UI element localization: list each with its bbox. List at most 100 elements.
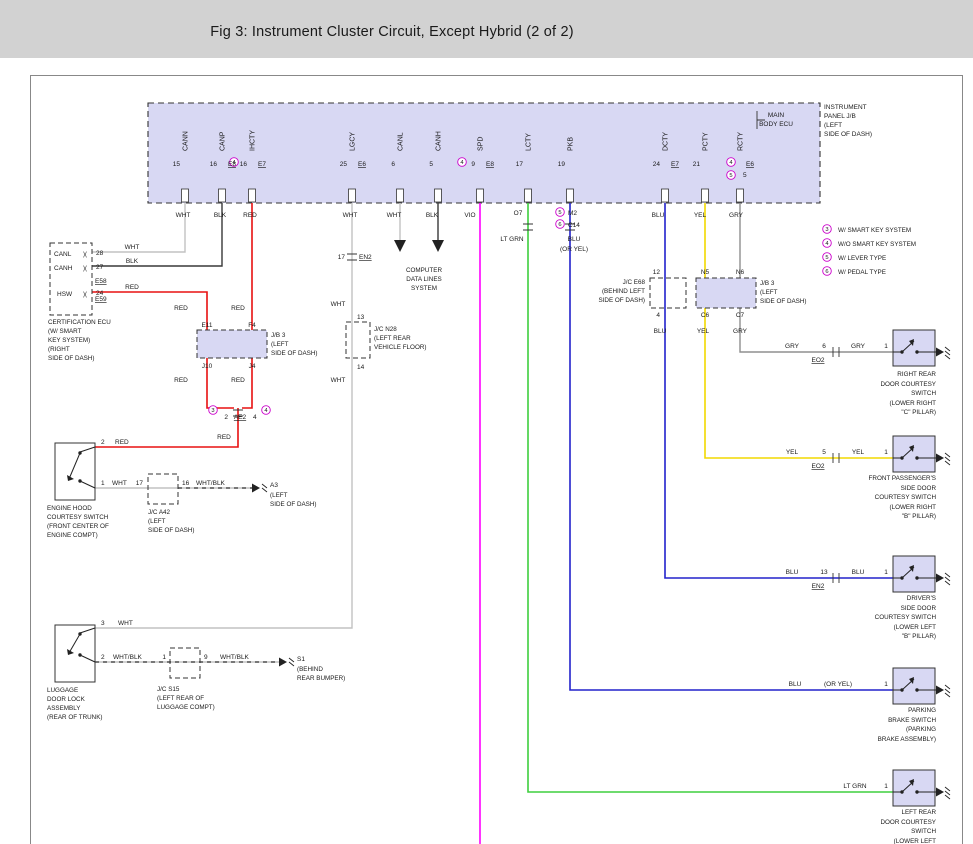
- pkb-connector-c14: C14: [568, 222, 580, 229]
- panel-jb-label-3: (LEFT: [824, 122, 842, 129]
- ecu-pin-signal: IHCTY: [250, 130, 257, 151]
- luggage-lock-box: [55, 625, 95, 682]
- luggage-pin-2: 2: [101, 654, 105, 661]
- cert-pin-bracket-1: )(: [83, 252, 87, 258]
- cert-pin-28: 28: [96, 250, 104, 257]
- sw1-gry-2: GRY: [851, 343, 866, 350]
- sw4-name-4: BRAKE ASSEMBLY): [878, 736, 936, 743]
- en2-connector: EN2: [359, 254, 372, 261]
- right-rear-switch-box: [893, 330, 935, 366]
- cert-pin-bracket-3: )(: [83, 292, 87, 298]
- ecu-pin-signal: SPD: [478, 137, 485, 151]
- luggage-name-3: ASSEMBLY: [47, 705, 81, 712]
- ecu-pin-number: 16: [210, 161, 218, 168]
- wirecolor-pcty: YEL: [694, 212, 707, 219]
- panel-jb-label-1: INSTRUMENT: [824, 104, 867, 111]
- ecu-pin-signal: CANL: [398, 132, 405, 151]
- engine-hood-switch-box: [55, 443, 95, 500]
- wirecolor-canh: BLK: [426, 212, 439, 219]
- wirecolor-rcty: GRY: [729, 212, 744, 219]
- ecu-pin-connector: E6: [746, 161, 754, 168]
- a42-pin-17: 17: [136, 480, 144, 487]
- sw3-blu-1: BLU: [786, 569, 799, 576]
- luggage-wht: WHT: [118, 620, 133, 627]
- hood-whtblk: WHT/BLK: [196, 480, 226, 487]
- sw1-name-3: SWITCH: [911, 390, 936, 397]
- ecu-pin-box: [219, 189, 226, 202]
- ecu-pin-box: [525, 189, 532, 202]
- legend-circle-5: 5: [825, 255, 828, 261]
- ecu-pin-box: [435, 189, 442, 202]
- ecu-pin-connector: E8: [486, 161, 494, 168]
- ecu-pin-signal: CANP: [220, 131, 227, 151]
- luggage-whtblk-2: WHT/BLK: [220, 654, 250, 661]
- a42-name-2: (LEFT: [148, 518, 166, 525]
- ecu-pin-signal: LCTY: [526, 133, 533, 151]
- e68-blu: BLU: [654, 328, 667, 335]
- sw2-connector-eo2: EO2: [811, 463, 824, 470]
- jb3l-pin-f4: F4: [248, 322, 256, 329]
- sw2-name-3: COURTESY SWITCH: [875, 494, 937, 501]
- sw2-name-1: FRONT PASSENGER'S: [869, 475, 936, 482]
- a42-name-1: J/C A42: [148, 509, 171, 516]
- n28-wht-above: WHT: [331, 301, 346, 308]
- wirecolor-canp: BLK: [214, 212, 227, 219]
- sw2-yel-1: YEL: [786, 449, 799, 456]
- wirecolor-canl: WHT: [387, 212, 402, 219]
- ground-s1-label: S1: [297, 656, 305, 663]
- ecu-pin-number: 25: [340, 161, 348, 168]
- cert-pin-27: 27: [96, 264, 104, 271]
- hood-name-2: COURTESY SWITCH: [47, 514, 109, 521]
- jb3-left-box: [197, 330, 267, 358]
- variant-pkb-c14: 6: [558, 222, 561, 228]
- cert-connector-e58: E58: [95, 278, 107, 285]
- ecu-pin-number: 15: [173, 161, 181, 168]
- cert-pin-canh: CANH: [54, 265, 73, 272]
- sw3-name-3: COURTESY SWITCH: [875, 614, 937, 621]
- sw1-gry-1: GRY: [785, 343, 800, 350]
- e68-name-3: SIDE OF DASH): [598, 297, 645, 304]
- sw1-pin-1: 1: [884, 343, 888, 350]
- panel-jb-label-2: PANEL J/B: [824, 113, 856, 120]
- jb3r-pin-n6: N6: [736, 269, 745, 276]
- sw2-pin-5: 5: [822, 449, 826, 456]
- wirecolor-lcty: LT GRN: [500, 236, 524, 243]
- sw2-pin-1: 1: [884, 449, 888, 456]
- hood-name-3: (FRONT CENTER OF: [47, 523, 109, 530]
- ae2-red: RED: [217, 434, 231, 441]
- figure-title: Fig 3: Instrument Cluster Circuit, Excep…: [210, 24, 574, 40]
- sw4-oryel: (OR YEL): [824, 681, 852, 688]
- luggage-pin-3: 3: [101, 620, 105, 627]
- sw5-name-4: (LOWER LEFT: [894, 838, 936, 844]
- ecu-pin-connector: E7: [671, 161, 679, 168]
- hood-pin-1: 1: [101, 480, 105, 487]
- main-ecu-name-2: BODY ECU: [759, 121, 793, 128]
- hood-name-1: ENGINE HOOD: [47, 505, 92, 512]
- ecu-pin-signal: LGCY: [350, 132, 357, 151]
- ground-s1-loc-2: REAR BUMPER): [297, 675, 345, 682]
- sw5-ltgrn: LT GRN: [843, 783, 867, 790]
- ecu-pin-box: [397, 189, 404, 202]
- jb3l-name-1: J/B 3: [271, 332, 286, 339]
- ecu-pin-number: 21: [693, 161, 701, 168]
- sw5-name-1: LEFT REAR: [901, 809, 936, 816]
- sw3-pin-13: 13: [820, 569, 828, 576]
- a42-pin-16: 16: [182, 480, 190, 487]
- front-passenger-switch-box: [893, 436, 935, 472]
- variant-rcty-b: 5: [729, 173, 732, 179]
- jb3r-pin-c7: C7: [736, 312, 745, 319]
- cert-wire-red: RED: [125, 284, 139, 291]
- jb3r-yel: YEL: [697, 328, 710, 335]
- ground-a3-loc-2: SIDE OF DASH): [270, 501, 317, 508]
- ecu-pin-box: [477, 189, 484, 202]
- jb3l-name-3: SIDE OF DASH): [271, 350, 318, 357]
- jb3l-red-out-left: RED: [174, 377, 188, 384]
- cert-name-2: (W/ SMART: [48, 328, 82, 335]
- ecu-pin-connector: E7: [258, 161, 266, 168]
- sw4-name-2: BRAKE SWITCH: [888, 717, 936, 724]
- sw3-name-2: SIDE DOOR: [901, 605, 937, 612]
- jb3l-pin-j10: J10: [202, 363, 213, 370]
- legend-circle-6: 6: [825, 269, 828, 275]
- wirecolor-spd: VIO: [464, 212, 475, 219]
- wirecolor-pkb: BLU: [568, 236, 581, 243]
